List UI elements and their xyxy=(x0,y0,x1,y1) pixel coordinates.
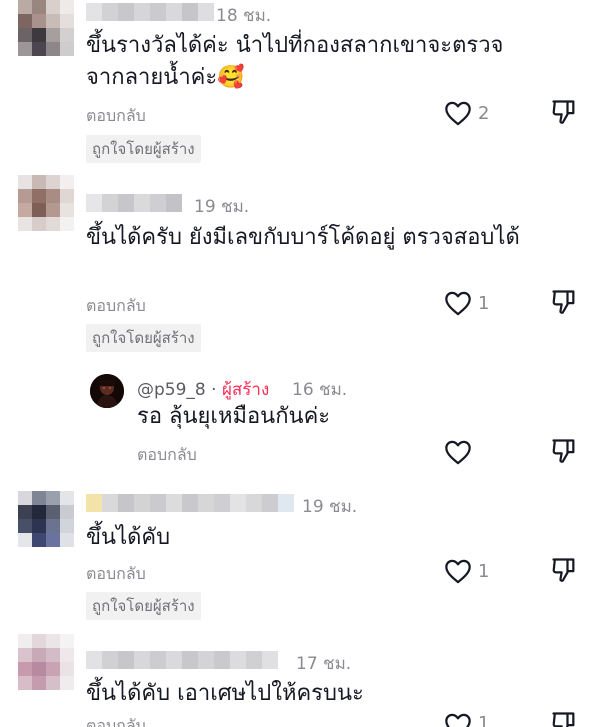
liked-by-creator-badge: ถูกใจโดยผู้สร้าง xyxy=(86,592,201,620)
creator-avatar-image xyxy=(90,374,124,408)
reply-button[interactable]: ตอบกลับ xyxy=(86,714,146,727)
liked-by-creator-badge: ถูกใจโดยผู้สร้าง xyxy=(86,135,201,163)
reply-button[interactable]: ตอบกลับ xyxy=(86,104,146,129)
heart-outline-icon[interactable] xyxy=(444,712,472,727)
liked-by-creator-badge: ถูกใจโดยผู้สร้าง xyxy=(86,324,201,352)
thumbs-down-outline-icon[interactable] xyxy=(550,710,578,727)
username-blurred[interactable] xyxy=(86,194,182,212)
separator-dot: · xyxy=(205,380,222,400)
creator-avatar[interactable] xyxy=(90,374,124,408)
comment-time: 19 ชม. xyxy=(302,497,358,517)
reply-text: รอ ลุ้นยุเหมือนกันค่ะ xyxy=(137,404,331,429)
heart-outline-icon[interactable] xyxy=(444,290,472,316)
heart-outline-icon[interactable] xyxy=(444,439,472,465)
username-blurred[interactable] xyxy=(86,494,294,512)
comment-time: 19 ชม. xyxy=(194,197,250,217)
thumbs-down-outline-icon[interactable] xyxy=(550,556,578,584)
like-count: 1 xyxy=(478,293,490,314)
heart-outline-icon[interactable] xyxy=(444,100,472,126)
heart-outline-icon[interactable] xyxy=(444,558,472,584)
comment-time: 18 ชม. xyxy=(216,6,272,26)
comment-text: ขึ้นได้ครับ ยังมีเลขกับบาร์โค้ดอยู่ ตรวจ… xyxy=(86,225,520,250)
reply-button[interactable]: ตอบกลับ xyxy=(86,294,146,319)
comment-text: ขึ้นได้คับ xyxy=(86,525,171,550)
thumbs-down-outline-icon[interactable] xyxy=(550,288,578,316)
avatar[interactable] xyxy=(18,175,74,231)
like-count: 1 xyxy=(478,713,490,727)
username-blurred[interactable] xyxy=(86,3,214,21)
creator-reply-header: @p59_8 · ผู้สร้าง xyxy=(137,376,269,403)
reply-time: 16 ชม. xyxy=(292,380,348,400)
reply-button[interactable]: ตอบกลับ xyxy=(137,443,197,468)
avatar[interactable] xyxy=(18,634,74,690)
thumbs-down-outline-icon[interactable] xyxy=(550,98,578,126)
creator-username[interactable]: @p59_8 xyxy=(137,380,206,400)
comment-text: ขึ้นรางวัลได้ค่ะ นำไปที่กองสลากเขาจะตรวจ… xyxy=(86,33,504,90)
thumbs-down-outline-icon[interactable] xyxy=(550,437,578,465)
like-count: 2 xyxy=(478,103,490,124)
avatar[interactable] xyxy=(18,0,74,56)
reply-button[interactable]: ตอบกลับ xyxy=(86,562,146,587)
avatar[interactable] xyxy=(18,491,74,547)
comment-text: ขึ้นได้คับ เอาเศษไปให้ครบนะ xyxy=(86,681,364,706)
comment-time: 17 ชม. xyxy=(296,654,352,674)
creator-label: ผู้สร้าง xyxy=(221,380,270,400)
like-count: 1 xyxy=(478,561,490,582)
username-blurred[interactable] xyxy=(86,651,278,669)
